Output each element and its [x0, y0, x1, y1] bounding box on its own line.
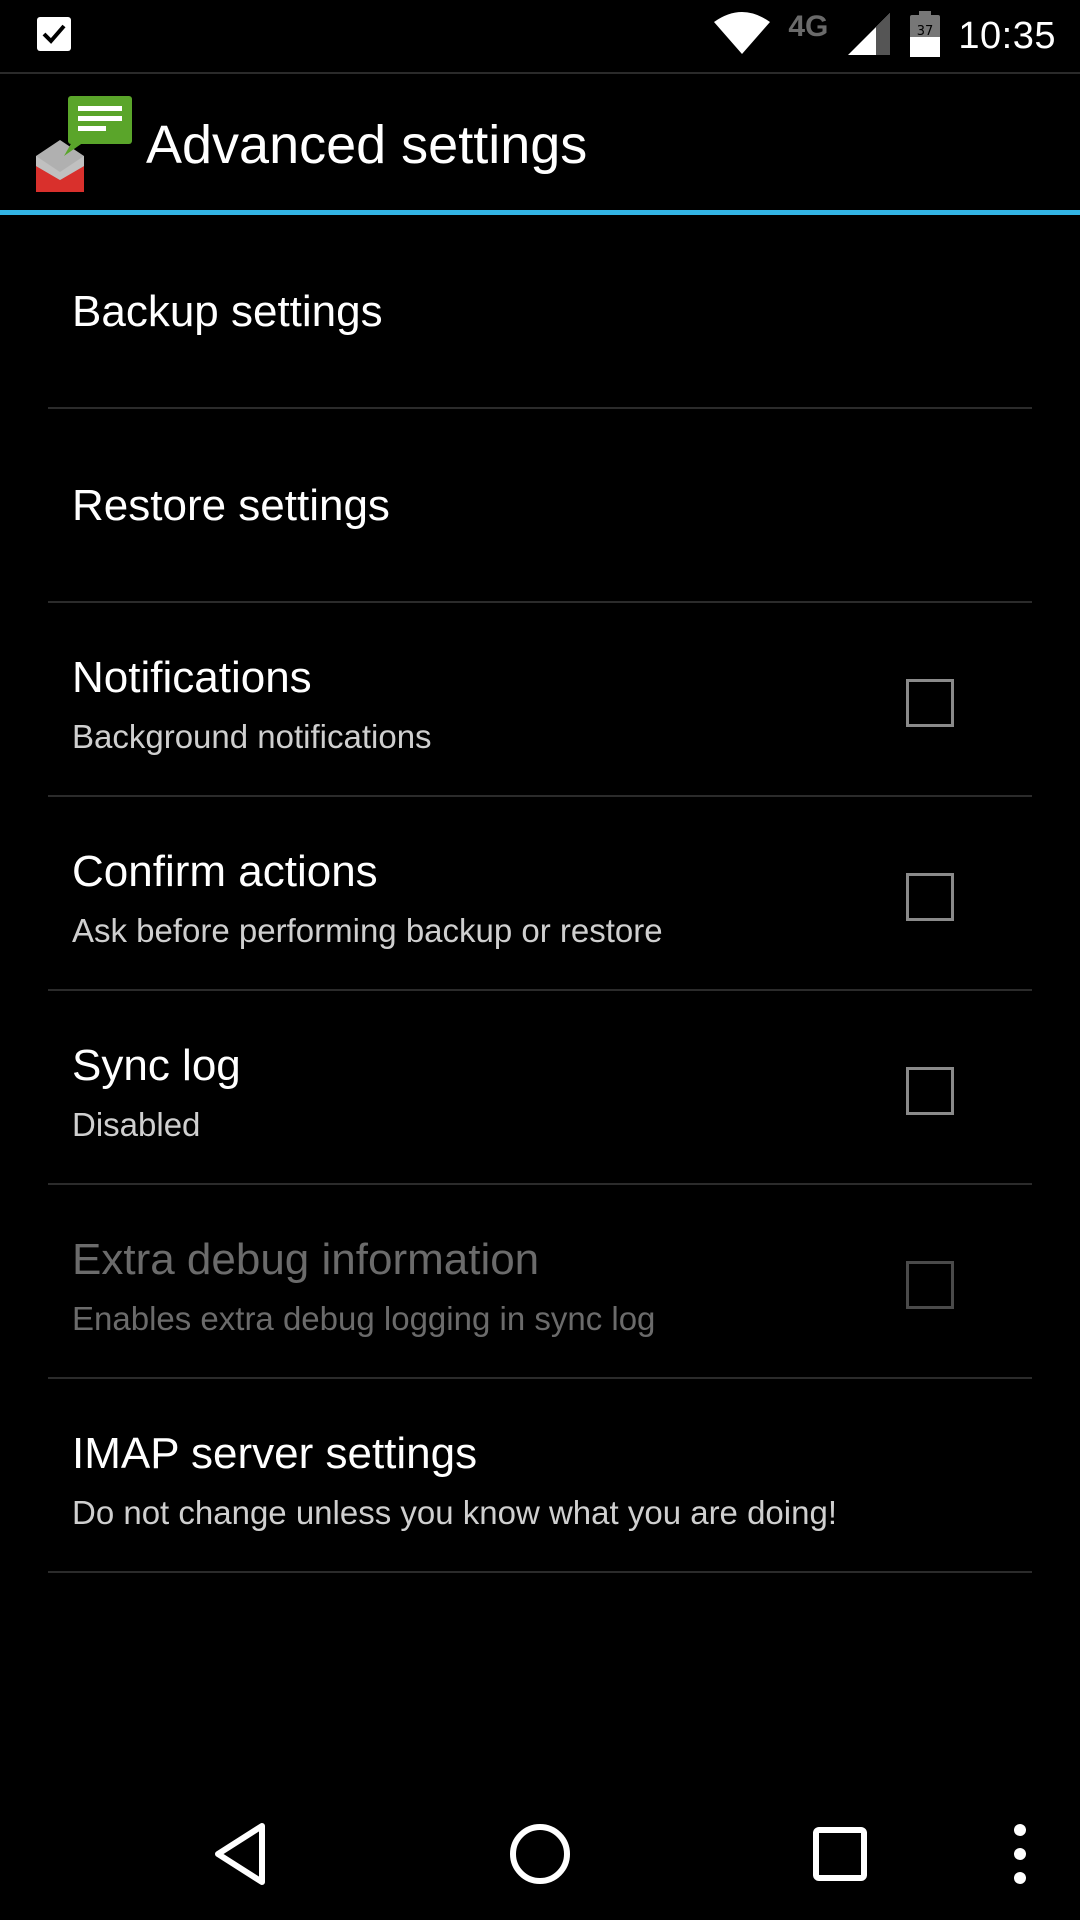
setting-sync-log[interactable]: Sync log Disabled — [48, 991, 1032, 1185]
battery-level: 37 — [917, 24, 934, 39]
extra-debug-checkbox — [906, 1261, 954, 1309]
setting-title: Extra debug information — [72, 1235, 540, 1284]
page-title: Advanced settings — [146, 115, 588, 175]
setting-notifications[interactable]: Notifications Background notifications — [48, 603, 1032, 797]
setting-summary: Enables extra debug logging in sync log — [72, 1300, 656, 1337]
setting-extra-debug-information: Extra debug information Enables extra de… — [48, 1185, 1032, 1379]
setting-summary: Ask before performing backup or restore — [72, 912, 663, 949]
checkbox-notification-icon — [36, 16, 72, 52]
sms-backup-icon[interactable] — [36, 96, 136, 192]
recents-icon[interactable] — [798, 1812, 882, 1896]
setting-summary: Background notifications — [72, 718, 432, 755]
confirm-actions-checkbox[interactable] — [906, 873, 954, 921]
setting-imap-server-settings[interactable]: IMAP server settings Do not change unles… — [48, 1379, 1032, 1573]
home-icon[interactable] — [498, 1812, 582, 1896]
battery-icon: 37 — [910, 10, 941, 62]
setting-backup-settings[interactable]: Backup settings — [48, 215, 1032, 409]
network-type: 4G — [788, 10, 829, 43]
clock: 10:35 — [958, 14, 1056, 57]
setting-title: IMAP server settings — [72, 1429, 478, 1478]
setting-title: Backup settings — [72, 287, 383, 336]
setting-confirm-actions[interactable]: Confirm actions Ask before performing ba… — [48, 797, 1032, 991]
cell-signal-icon — [846, 11, 892, 62]
setting-summary: Disabled — [72, 1106, 201, 1143]
sync-log-checkbox[interactable] — [906, 1067, 954, 1115]
setting-title: Restore settings — [72, 481, 390, 530]
back-icon[interactable] — [198, 1812, 282, 1896]
navigation-bar — [0, 1788, 1080, 1920]
notifications-checkbox[interactable] — [906, 679, 954, 727]
setting-summary: Do not change unless you know what you a… — [72, 1494, 837, 1531]
status-bar: 4G 37 10:35 — [0, 0, 1080, 72]
setting-restore-settings[interactable]: Restore settings — [48, 409, 1032, 603]
action-bar: Advanced settings — [0, 74, 1080, 210]
setting-title: Sync log — [72, 1041, 241, 1090]
setting-title: Confirm actions — [72, 847, 378, 896]
setting-title: Notifications — [72, 653, 312, 702]
settings-list: Backup settings Restore settings Notific… — [48, 215, 1032, 1573]
wifi-icon — [714, 11, 771, 61]
overflow-menu-icon[interactable] — [978, 1812, 1062, 1896]
